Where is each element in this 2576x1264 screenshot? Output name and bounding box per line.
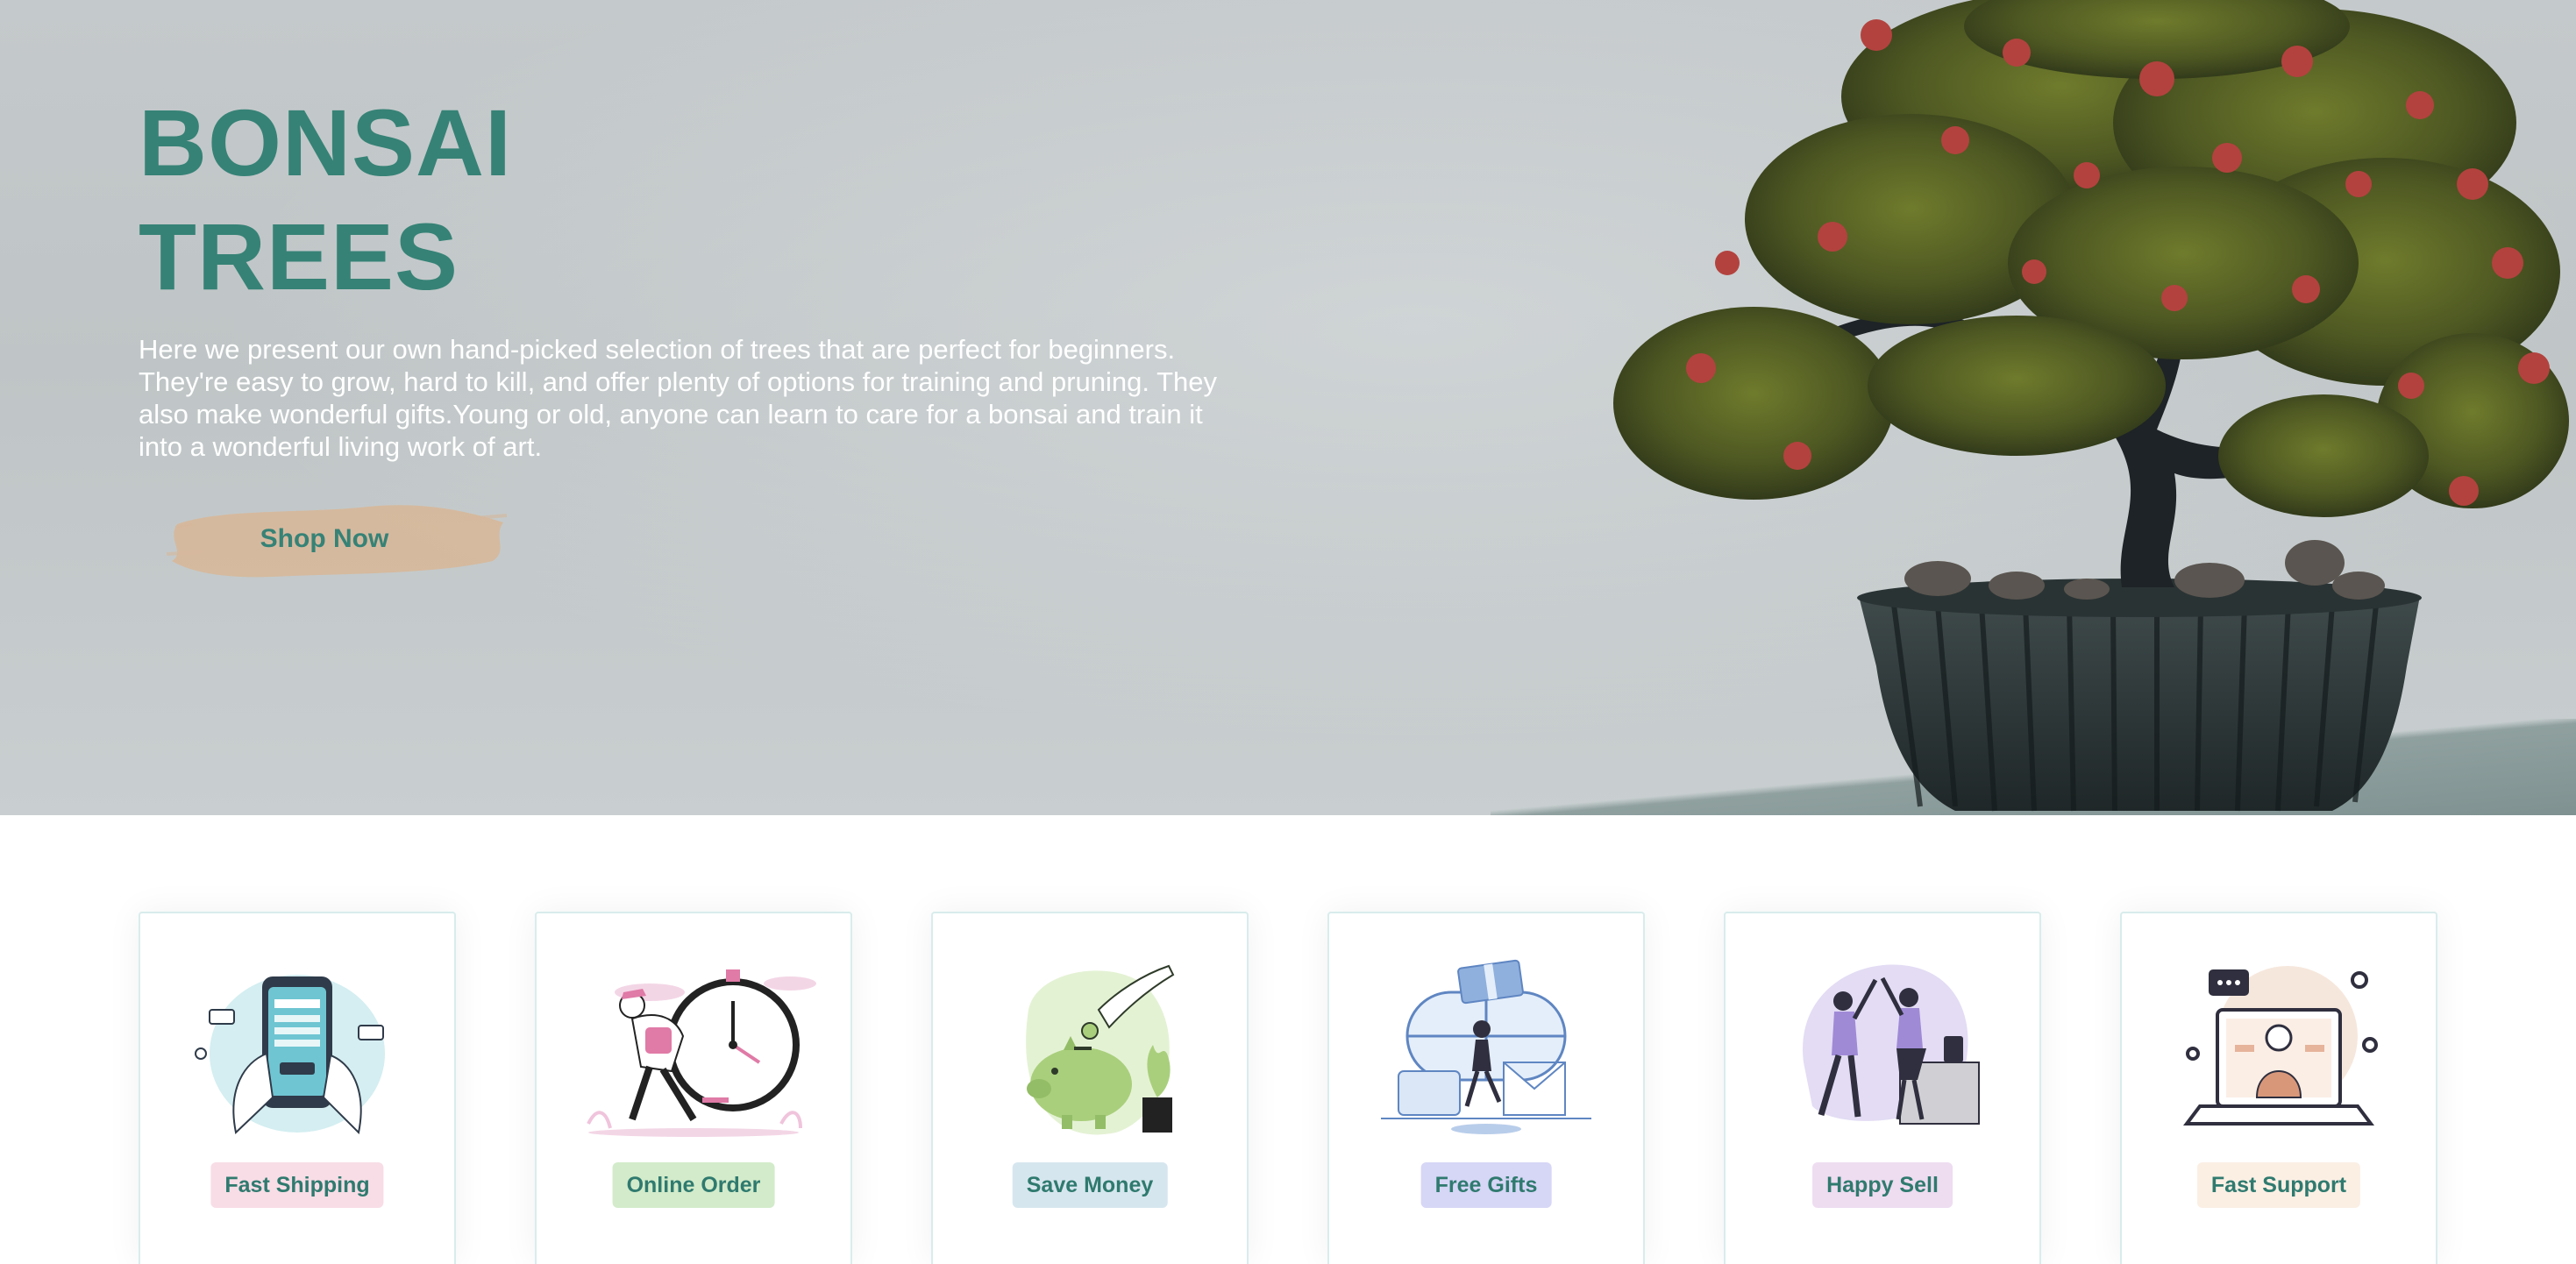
hero-title: BONSAI TREES (139, 86, 512, 314)
piggy-bank-illustration (1026, 964, 1175, 1135)
feature-card-save-money[interactable]: Save Money (931, 912, 1249, 1264)
hero-banner: BONSAI TREES Here we present our own han… (0, 0, 2576, 815)
feature-label-happy-sell: Happy Sell (1812, 1162, 1953, 1208)
gift-delivery-illustration (1381, 959, 1591, 1134)
bonsai-tree-image (1613, 0, 2569, 812)
feature-label-fast-support: Fast Support (2196, 1162, 2361, 1208)
feature-card-online-order[interactable]: Online Order (535, 912, 852, 1264)
feature-label-fast-shipping: Fast Shipping (210, 1162, 384, 1208)
feature-label-online-order: Online Order (612, 1162, 775, 1208)
hero-title-line-1: BONSAI (139, 89, 513, 195)
stopwatch-runner-illustration (587, 969, 816, 1137)
high-five-illustration (1803, 964, 1980, 1125)
feature-card-happy-sell[interactable]: Happy Sell (1724, 912, 2041, 1264)
shop-now-button[interactable]: Shop Now (167, 498, 509, 580)
phone-payment-illustration (195, 975, 385, 1135)
laptop-support-illustration (2183, 966, 2378, 1126)
feature-card-fast-shipping[interactable]: Fast Shipping (139, 912, 456, 1264)
feature-label-free-gifts: Free Gifts (1420, 1162, 1552, 1208)
hero-title-line-2: TREES (139, 203, 459, 309)
shop-now-label: Shop Now (260, 524, 389, 553)
feature-card-free-gifts[interactable]: Free Gifts (1327, 912, 1645, 1264)
feature-label-save-money: Save Money (1012, 1162, 1168, 1208)
feature-cards: Fast Shipping Online Order Save Money Fr… (139, 912, 2437, 1264)
hero-description: Here we present our own hand-picked sele… (139, 334, 1217, 462)
feature-card-fast-support[interactable]: Fast Support (2120, 912, 2437, 1264)
